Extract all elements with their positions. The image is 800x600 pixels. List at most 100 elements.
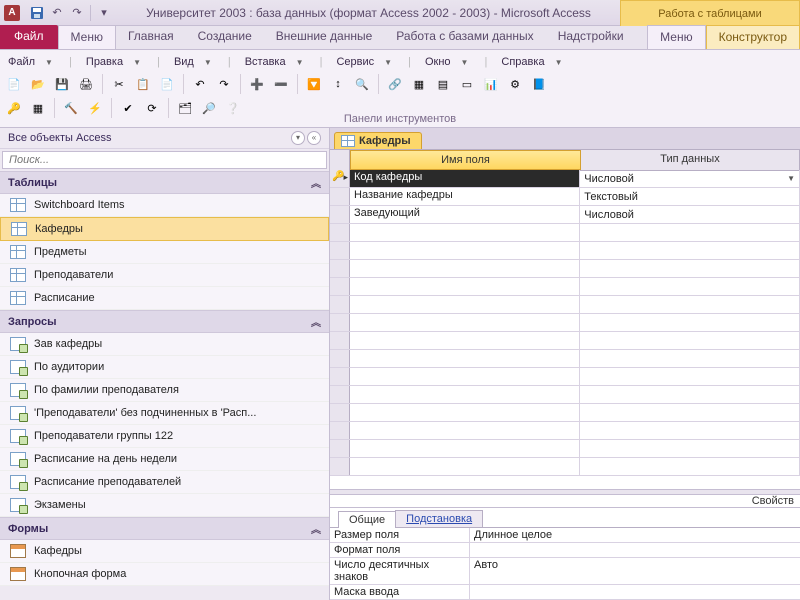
nav-group-header[interactable]: Формы︽ <box>0 517 329 540</box>
redo-icon[interactable]: ↷ <box>68 4 86 22</box>
field-name-cell[interactable] <box>350 296 580 313</box>
data-type-cell[interactable] <box>580 350 800 367</box>
nav-item[interactable]: Преподаватели <box>0 264 329 287</box>
nav-item[interactable]: Расписание <box>0 287 329 310</box>
row-selector[interactable] <box>330 206 350 223</box>
nav-item[interactable]: Switchboard Items <box>0 194 329 217</box>
field-name-cell[interactable] <box>350 260 580 277</box>
menu-edit[interactable]: Правка <box>82 56 127 68</box>
field-name-cell[interactable] <box>350 224 580 241</box>
field-row[interactable]: ЗаведующийЧисловой <box>330 206 800 224</box>
data-type-cell[interactable] <box>580 440 800 457</box>
field-row[interactable] <box>330 224 800 242</box>
field-row[interactable] <box>330 314 800 332</box>
field-name-cell[interactable] <box>350 386 580 403</box>
field-name-cell[interactable] <box>350 404 580 421</box>
menu-window[interactable]: Окно <box>421 56 455 68</box>
field-name-cell[interactable] <box>350 350 580 367</box>
field-name-cell[interactable] <box>350 332 580 349</box>
copy-icon[interactable]: 📋 <box>133 74 153 94</box>
data-type-cell[interactable] <box>580 224 800 241</box>
nav-item[interactable]: 'Преподаватели' без подчиненных в 'Расп.… <box>0 402 329 425</box>
tab-home[interactable]: Главная <box>116 25 186 49</box>
data-type-cell[interactable] <box>580 296 800 313</box>
tab-dbtools[interactable]: Работа с базами данных <box>384 25 545 49</box>
field-row[interactable] <box>330 368 800 386</box>
new-icon[interactable]: 📄 <box>4 74 24 94</box>
nav-item[interactable]: Преподаватели группы 122 <box>0 425 329 448</box>
field-name-cell[interactable] <box>350 242 580 259</box>
field-row[interactable] <box>330 332 800 350</box>
property-value[interactable] <box>470 585 800 599</box>
chevron-down-icon[interactable]: ▼ <box>204 58 212 67</box>
field-row[interactable] <box>330 242 800 260</box>
field-name-cell[interactable] <box>350 440 580 457</box>
row-selector[interactable] <box>330 296 350 313</box>
chevron-down-icon[interactable]: ▼ <box>555 58 563 67</box>
nav-item[interactable]: По фамилии преподавателя <box>0 379 329 402</box>
col-data-type[interactable]: Тип данных <box>581 150 800 170</box>
data-type-cell[interactable] <box>580 260 800 277</box>
nav-item[interactable]: Кафедры <box>0 217 329 241</box>
tab-general[interactable]: Общие <box>338 511 396 528</box>
relationships-icon[interactable]: 🔗 <box>385 74 405 94</box>
property-value[interactable]: Авто <box>470 558 800 584</box>
chevron-down-icon[interactable]: ▼ <box>133 58 141 67</box>
row-selector[interactable] <box>330 386 350 403</box>
delete-rows-icon[interactable]: ➖ <box>271 74 291 94</box>
nav-item[interactable]: Расписание преподавателей <box>0 471 329 494</box>
module-icon[interactable]: 📘 <box>529 74 549 94</box>
field-name-cell[interactable]: Заведующий <box>350 206 580 223</box>
field-row[interactable] <box>330 458 800 476</box>
menu-help[interactable]: Справка <box>497 56 548 68</box>
undo-icon[interactable]: ↶ <box>48 4 66 22</box>
property-row[interactable]: Размер поляДлинное целое <box>330 528 800 543</box>
paste-icon[interactable]: 📄 <box>157 74 177 94</box>
field-row[interactable] <box>330 422 800 440</box>
data-type-cell[interactable] <box>580 314 800 331</box>
save-icon[interactable] <box>28 4 46 22</box>
tab-lookup[interactable]: Подстановка <box>395 510 483 527</box>
qat-customize-icon[interactable]: ▾ <box>95 4 113 22</box>
open-icon[interactable]: 📂 <box>28 74 48 94</box>
tab-menu[interactable]: Меню <box>58 25 116 49</box>
data-type-cell[interactable] <box>580 422 800 439</box>
find-icon[interactable]: 🔍 <box>352 74 372 94</box>
data-type-cell[interactable]: Числовой <box>580 206 800 223</box>
field-name-cell[interactable] <box>350 278 580 295</box>
field-name-cell[interactable]: Код кафедры <box>350 170 580 187</box>
nav-menu-icon[interactable]: ▾ <box>291 131 305 145</box>
field-name-cell[interactable] <box>350 422 580 439</box>
chevron-down-icon[interactable]: ▼ <box>384 58 392 67</box>
field-row[interactable] <box>330 296 800 314</box>
data-type-cell[interactable] <box>580 458 800 475</box>
report-icon[interactable]: 📊 <box>481 74 501 94</box>
row-selector[interactable] <box>330 350 350 367</box>
field-row[interactable] <box>330 278 800 296</box>
property-value[interactable] <box>470 543 800 557</box>
nav-item[interactable]: Зав кафедры <box>0 333 329 356</box>
insert-rows-icon[interactable]: ➕ <box>247 74 267 94</box>
row-selector[interactable] <box>330 332 350 349</box>
nav-group-header[interactable]: Запросы︽ <box>0 310 329 333</box>
field-name-cell[interactable]: Название кафедры <box>350 188 580 205</box>
chevron-up-icon[interactable]: ︽ <box>311 175 321 190</box>
property-row[interactable]: Формат поля <box>330 543 800 558</box>
tab-create[interactable]: Создание <box>186 25 264 49</box>
row-selector[interactable] <box>330 440 350 457</box>
tab-external[interactable]: Внешние данные <box>264 25 385 49</box>
nav-item[interactable]: Кнопочная форма <box>0 563 329 586</box>
field-row[interactable]: Название кафедрыТекстовый <box>330 188 800 206</box>
field-name-cell[interactable] <box>350 314 580 331</box>
nav-header[interactable]: Все объекты Access ▾ « <box>0 128 329 149</box>
undo-icon[interactable]: ↶ <box>190 74 210 94</box>
row-selector[interactable] <box>330 242 350 259</box>
chevron-down-icon[interactable]: ▼ <box>45 58 53 67</box>
row-selector-header[interactable] <box>330 150 350 170</box>
field-row[interactable] <box>330 404 800 422</box>
field-row[interactable] <box>330 386 800 404</box>
tab-addins[interactable]: Надстройки <box>546 25 636 49</box>
nav-collapse-icon[interactable]: « <box>307 131 321 145</box>
redo-icon[interactable]: ↷ <box>214 74 234 94</box>
field-name-cell[interactable] <box>350 368 580 385</box>
